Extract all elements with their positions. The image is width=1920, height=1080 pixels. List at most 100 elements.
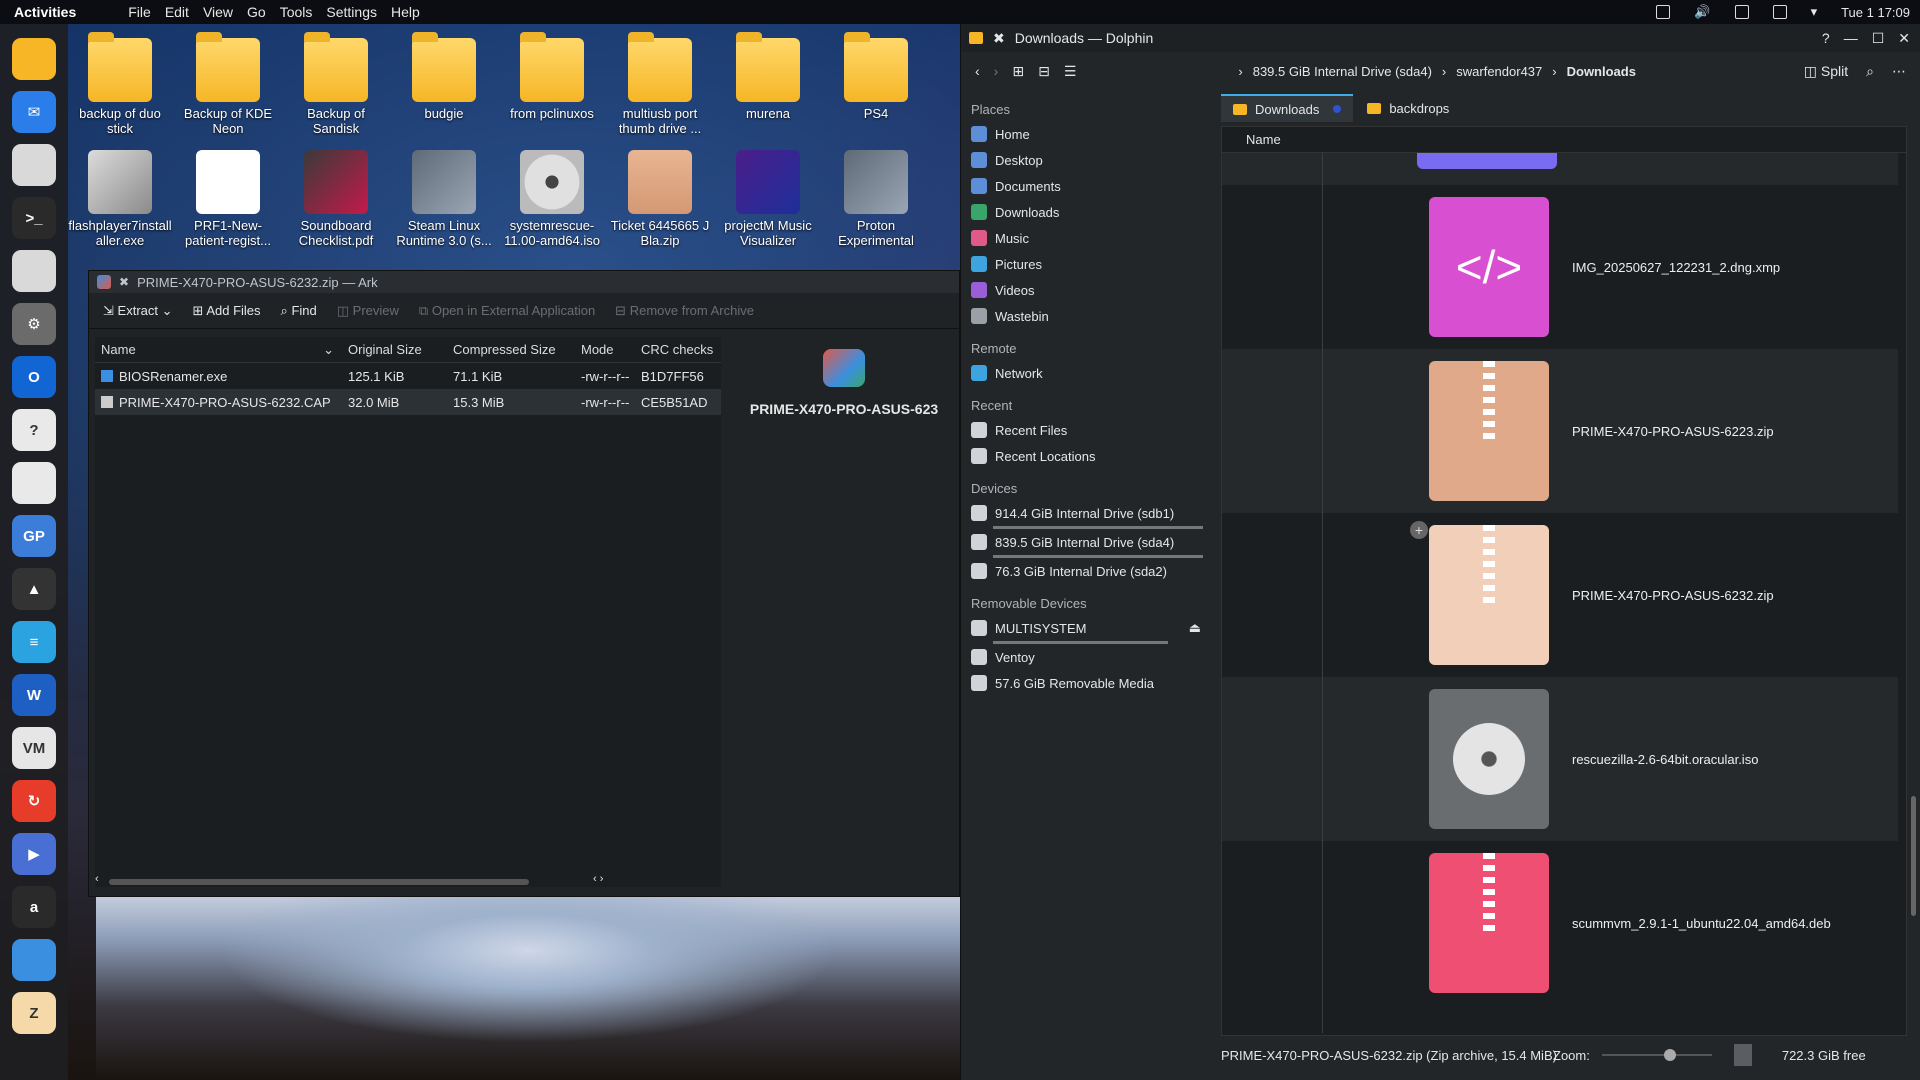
add-files-button[interactable]: ⊞ Add Files (193, 303, 261, 319)
desktop-item[interactable]: Steam Linux Runtime 3.0 (s... (392, 150, 496, 248)
menu-tools[interactable]: Tools (280, 4, 313, 20)
sidebar-item-device[interactable]: 76.3 GiB Internal Drive (sda2) (961, 558, 1211, 584)
settings-gear-icon[interactable]: ⚙ (12, 303, 56, 345)
dolphin-titlebar[interactable]: ✖ Downloads — Dolphin ? — ☐ ✕ (961, 24, 1920, 52)
update-icon[interactable]: ↻ (12, 780, 56, 822)
vm-icon[interactable]: VM (12, 727, 56, 769)
desktop-item[interactable]: backup of duo stick (68, 32, 172, 136)
app-grid-2-icon[interactable] (12, 250, 56, 292)
desktop-item[interactable]: multiusb port thumb drive ... (608, 32, 712, 136)
breadcrumb-drive[interactable]: 839.5 GiB Internal Drive (sda4) (1253, 64, 1432, 79)
partial-row[interactable] (1222, 153, 1898, 185)
desktop-item[interactable]: Proton Experimental (824, 150, 928, 248)
compact-view-icon[interactable]: ⊟ (1038, 63, 1050, 80)
sidebar-item-device[interactable]: 914.4 GiB Internal Drive (sdb1) (961, 500, 1211, 526)
open-external-button[interactable]: ⧉ Open in External Application (419, 303, 595, 319)
sidebar-item-place[interactable]: Wastebin (961, 303, 1211, 329)
ark-file-table[interactable]: Name ⌄ Original Size Compressed Size Mode… (95, 337, 721, 887)
sidebar-item-place[interactable]: Videos (961, 277, 1211, 303)
maximize-icon[interactable]: ☐ (1872, 30, 1885, 47)
desktop-item[interactable]: Backup of Sandisk (284, 32, 388, 136)
extract-button[interactable]: ⇲ Extract ⌄ (103, 303, 173, 319)
terminal-icon[interactable]: >_ (12, 197, 56, 239)
battery-icon[interactable] (1734, 5, 1749, 19)
outlook-icon[interactable]: O (12, 356, 56, 398)
gpu-viewer-icon[interactable]: GP (12, 515, 56, 557)
app-grid-icon[interactable] (12, 144, 56, 186)
eject-icon[interactable]: ⏏ (1189, 620, 1201, 636)
column-original-size[interactable]: Original Size (340, 342, 445, 357)
video-player-icon[interactable]: ▶ (12, 833, 56, 875)
file-item[interactable]: rescuezilla-2.6-64bit.oracular.iso (1222, 677, 1898, 841)
file-item[interactable]: PRIME-X470-PRO-ASUS-6223.zip (1222, 349, 1898, 513)
sidebar-item-recent[interactable]: Recent Locations (961, 443, 1211, 469)
column-crc[interactable]: CRC checks (637, 342, 717, 357)
find-button[interactable]: ⌕ Find (281, 303, 317, 319)
files-app-icon[interactable] (12, 38, 56, 80)
hamburger-menu-icon[interactable]: ⋯ (1892, 63, 1906, 80)
tab-downloads[interactable]: Downloads (1221, 94, 1354, 122)
desktop-item[interactable]: projectM Music Visualizer (716, 150, 820, 248)
activities-button[interactable]: Activities (0, 4, 90, 20)
menu-view[interactable]: View (203, 4, 233, 20)
icons-view-icon[interactable]: ⊞ (1012, 63, 1024, 80)
sidebar-item-place[interactable]: Documents (961, 173, 1211, 199)
pin-icon[interactable]: ✖ (993, 30, 1005, 47)
breadcrumb-user[interactable]: swarfendor437 (1456, 64, 1542, 79)
ark-titlebar[interactable]: ✖ PRIME-X470-PRO-ASUS-6232.zip — Ark (89, 271, 959, 293)
search-app-icon[interactable]: a (12, 886, 56, 928)
split-button[interactable]: ◫ Split (1804, 63, 1848, 80)
breadcrumb-current[interactable]: Downloads (1567, 64, 1636, 79)
inkscape-icon[interactable]: ▲ (12, 568, 56, 610)
column-compressed-size[interactable]: Compressed Size (445, 342, 577, 357)
dropdown-icon[interactable]: ▾ (1811, 4, 1818, 20)
tab-backdrops[interactable]: backdrops (1355, 94, 1461, 122)
close-icon[interactable]: ✕ (1898, 30, 1910, 47)
text-editor-icon[interactable]: ≡ (12, 621, 56, 663)
sort-chevron-icon[interactable]: ⌄ (323, 342, 340, 358)
sidebar-item-removable[interactable]: Ventoy (961, 644, 1211, 670)
desktop-item[interactable]: budgie (392, 32, 496, 121)
sidebar-item-device[interactable]: 839.5 GiB Internal Drive (sda4) (961, 529, 1211, 555)
word-icon[interactable]: W (12, 674, 56, 716)
menu-settings[interactable]: Settings (326, 4, 377, 20)
desktop-item[interactable]: Backup of KDE Neon (176, 32, 280, 136)
back-icon[interactable]: ‹ (975, 63, 980, 79)
display-icon[interactable] (1772, 5, 1787, 19)
zoom-slider[interactable] (1601, 1048, 1712, 1062)
breadcrumb-chevron-icon[interactable]: › (1238, 64, 1242, 79)
sidebar-item-remote[interactable]: Network (961, 360, 1211, 386)
sidebar-item-place[interactable]: Music (961, 225, 1211, 251)
desktop-item[interactable]: flashplayer7install aller.exe (68, 150, 172, 248)
mail-app-icon[interactable]: ✉ (12, 91, 56, 133)
remove-from-archive-button[interactable]: ⊟ Remove from Archive (615, 303, 754, 319)
column-mode[interactable]: Mode (577, 342, 637, 357)
chevron-down-icon[interactable]: ⌄ (162, 303, 173, 318)
menu-go[interactable]: Go (247, 4, 266, 20)
sidebar-item-recent[interactable]: Recent Files (961, 417, 1211, 443)
menu-help[interactable]: Help (391, 4, 420, 20)
sidebar-item-place[interactable]: Downloads (961, 199, 1211, 225)
file-item[interactable]: PRIME-X470-PRO-ASUS-6232.zip + (1222, 513, 1898, 677)
column-name[interactable]: Name ⌄ (95, 342, 340, 358)
vertical-scrollbar[interactable] (1909, 126, 1919, 1046)
minimize-icon[interactable]: — (1844, 30, 1858, 47)
clock[interactable]: Tue 1 17:09 (1841, 5, 1910, 20)
sidebar-item-place[interactable]: Pictures (961, 251, 1211, 277)
desktop-item[interactable]: Soundboard Checklist.pdf (284, 150, 388, 248)
desktop-item[interactable]: systemrescue-11.00-amd64.iso (500, 150, 604, 248)
desktop-item[interactable]: murena (716, 32, 820, 121)
ark-window[interactable]: ✖ PRIME-X470-PRO-ASUS-6232.zip — Ark ⇲ E… (88, 270, 960, 897)
help-icon[interactable]: ? (12, 409, 56, 451)
ark-icon[interactable] (12, 939, 56, 981)
clipboard-icon[interactable] (1656, 5, 1671, 19)
desktop-item[interactable]: from pclinuxos (500, 32, 604, 121)
table-row[interactable]: PRIME-X470-PRO-ASUS-6232.CAP 32.0 MiB 15… (95, 389, 721, 415)
table-row[interactable]: BIOSRenamer.exe 125.1 KiB 71.1 KiB -rw-r… (95, 363, 721, 389)
file-item[interactable]: </> IMG_20250627_122231_2.dng.xmp (1222, 185, 1898, 349)
sidebar-item-removable[interactable]: MULTISYSTEM ⏏ (961, 615, 1211, 641)
column-header-name[interactable]: Name (1222, 127, 1906, 153)
zorin-icon[interactable]: Z (12, 992, 56, 1034)
menu-file[interactable]: File (128, 4, 151, 20)
screenshot-icon[interactable] (12, 462, 56, 504)
